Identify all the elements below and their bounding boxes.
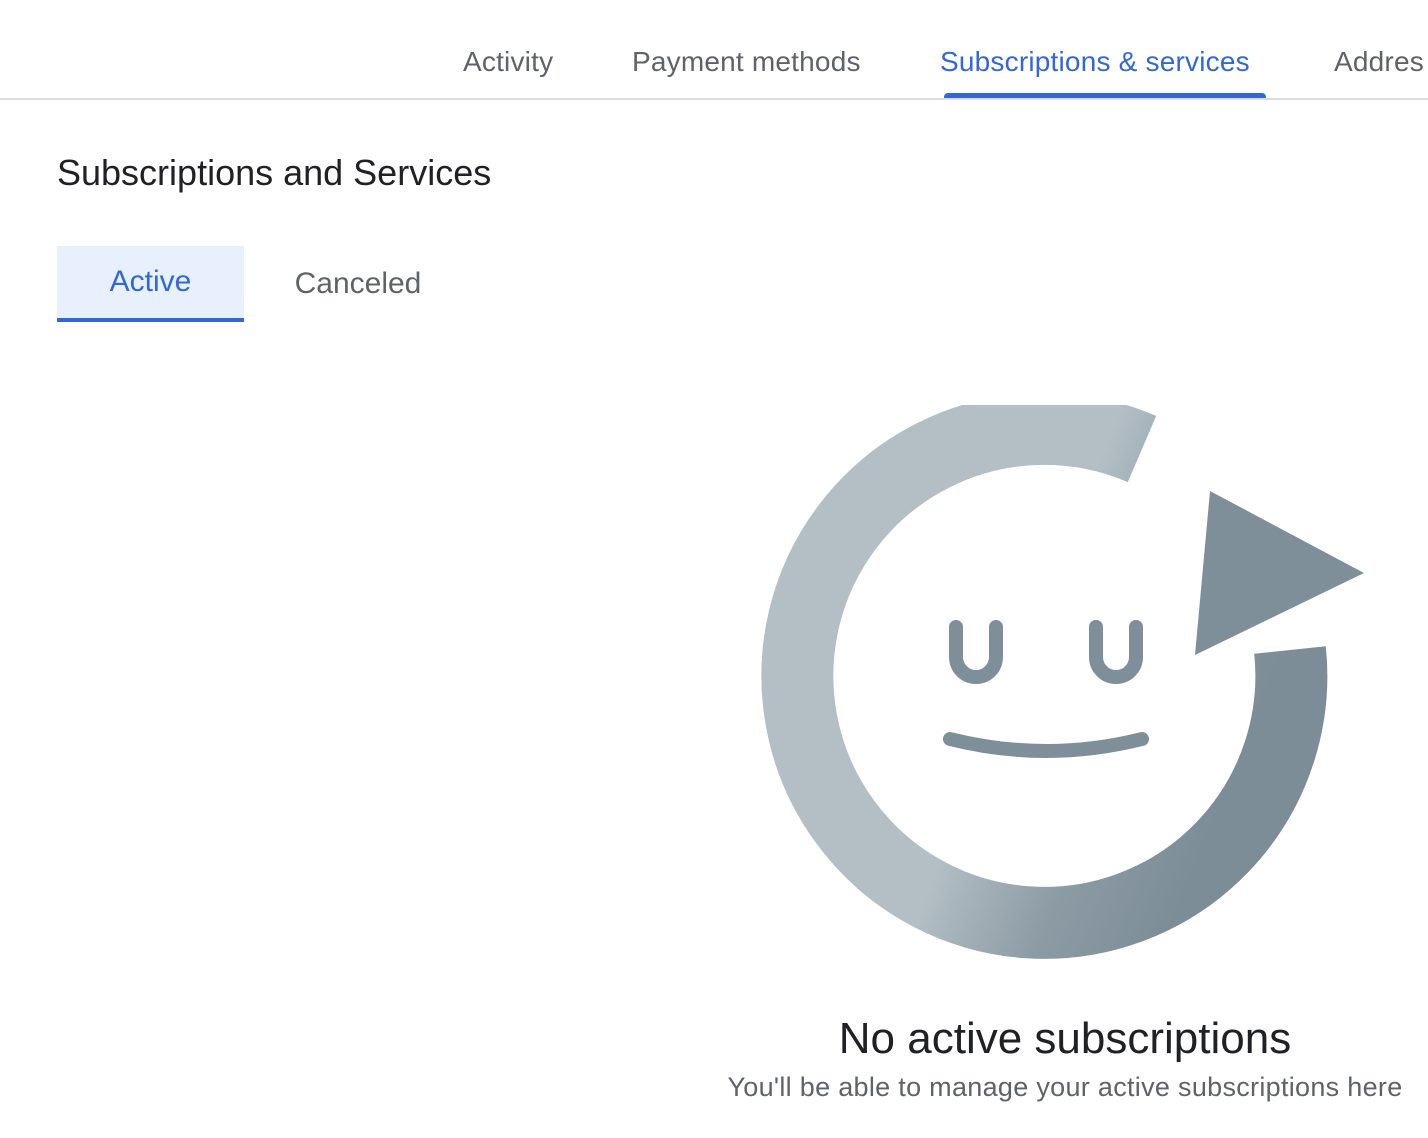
- selected-tab-indicator: [944, 93, 1266, 98]
- subtab-active-label: Active: [109, 265, 192, 298]
- top-navigation: Activity Payment methods Subscriptions &…: [0, 0, 1428, 100]
- empty-state-subtitle: You'll be able to manage your active sub…: [727, 1072, 1403, 1102]
- subtab-canceled-label: Canceled: [294, 267, 422, 300]
- tab-payment-methods[interactable]: Payment methods: [632, 46, 861, 78]
- tab-activity[interactable]: Activity: [463, 46, 553, 78]
- page-title: Subscriptions and Services: [57, 152, 492, 193]
- subtab-canceled[interactable]: Canceled: [268, 246, 448, 322]
- empty-state-title: No active subscriptions: [838, 1014, 1292, 1063]
- tab-subscriptions-services[interactable]: Subscriptions & services: [940, 46, 1250, 78]
- tab-addresses[interactable]: Addres: [1334, 46, 1424, 78]
- subtab-active[interactable]: Active: [57, 246, 244, 322]
- renewal-arrow-smiley-icon: [760, 392, 1370, 980]
